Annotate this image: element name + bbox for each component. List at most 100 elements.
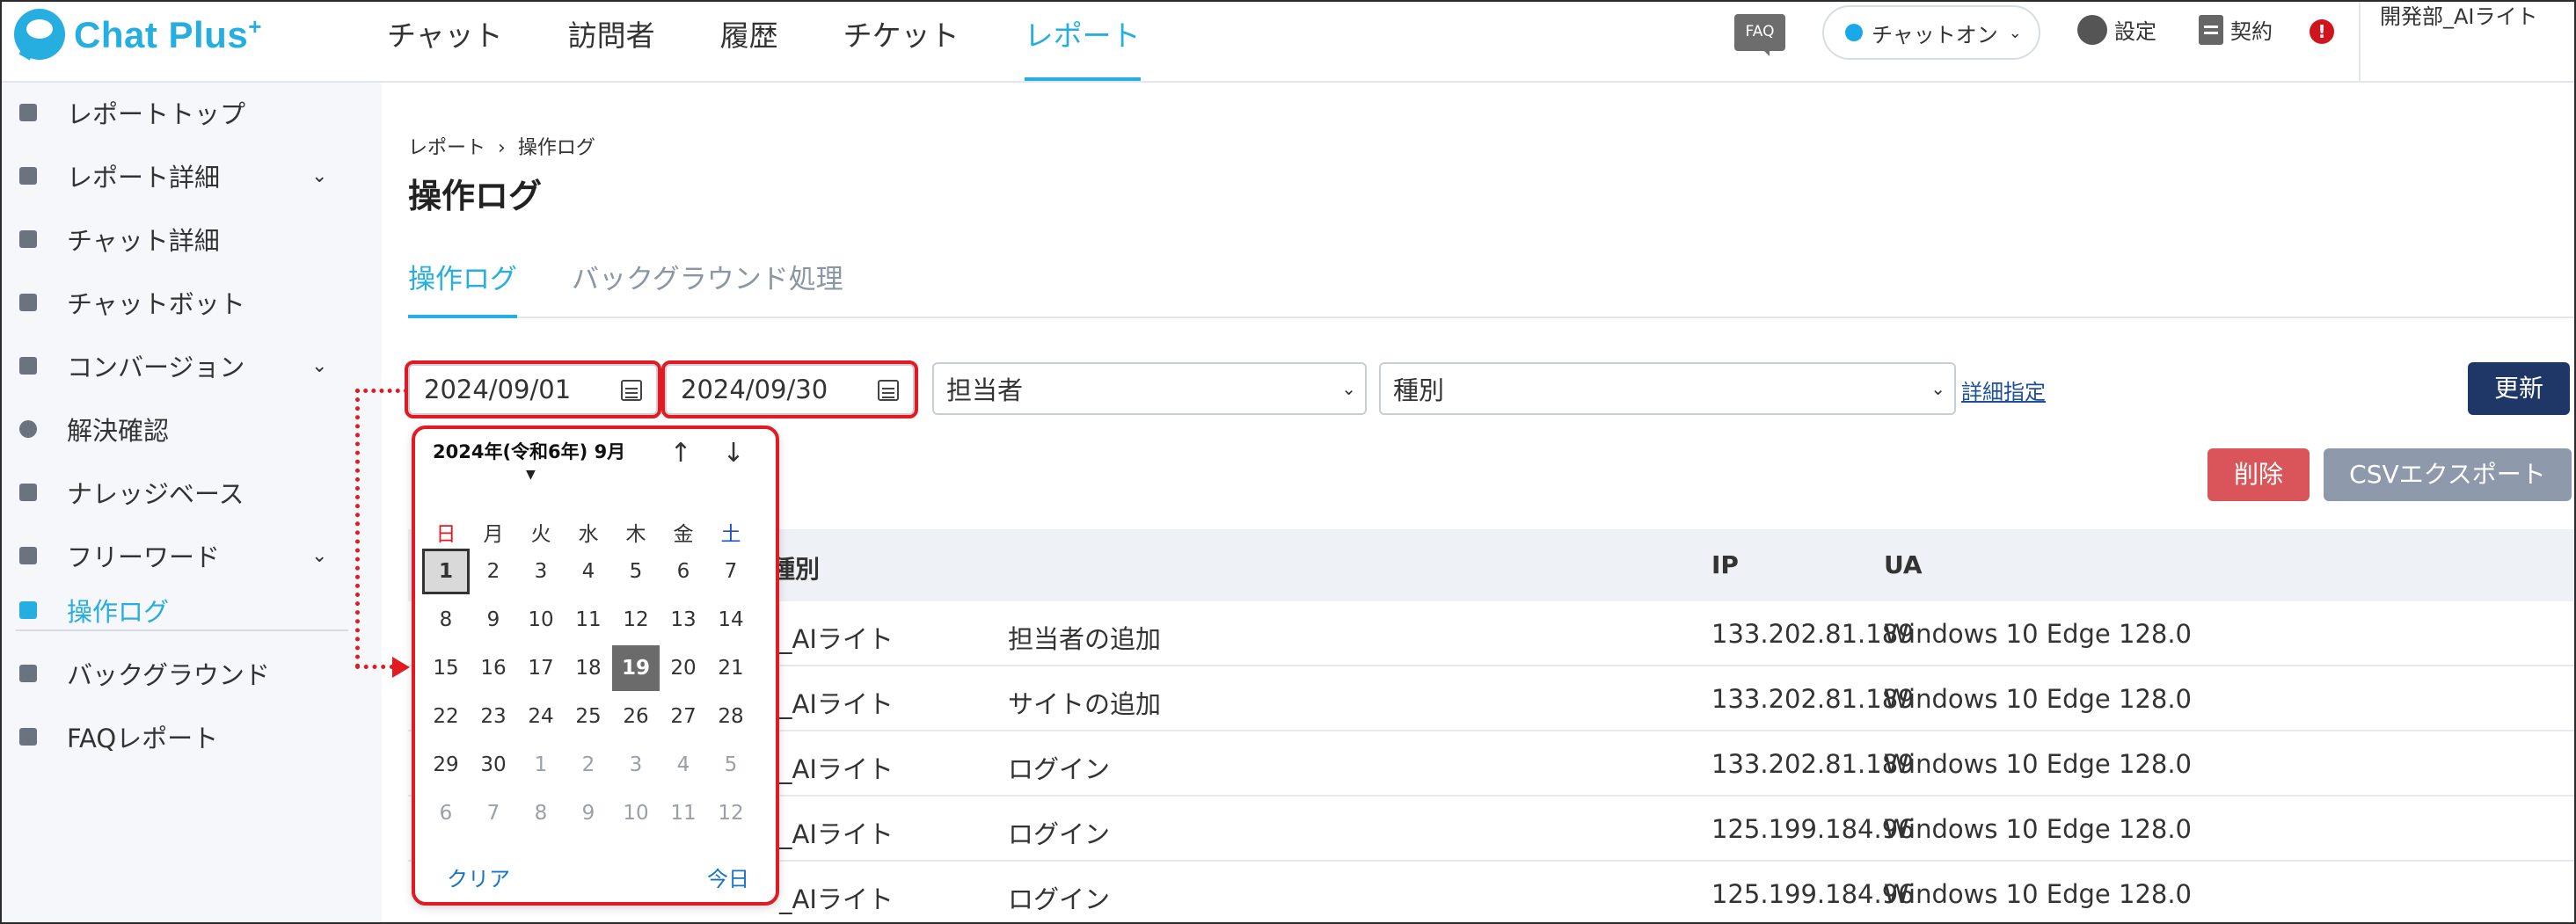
sidebar-icon [19,294,37,311]
calendar-day[interactable]: 15 [422,645,470,691]
calendar-day[interactable]: 10 [612,790,660,836]
calendar-day[interactable]: 14 [707,597,755,643]
calendar-day[interactable]: 25 [565,694,612,739]
sidebar-item-label: ナレッジベース [67,479,244,509]
cell-who: _AIライト [779,689,894,719]
calendar-day[interactable]: 27 [660,694,707,739]
logo[interactable]: Chat Plus+ [14,9,262,60]
calendar-day[interactable]: 19 [612,645,660,691]
sidebar-item-4[interactable]: コンバージョン ⌄ [2,339,382,392]
calendar-day[interactable]: 6 [422,790,470,836]
tab-background-process[interactable]: バックグラウンド処理 [572,257,843,318]
sidebar-icon [19,167,37,185]
alert-icon[interactable]: ! [2310,19,2334,44]
sidebar-icon [19,357,37,375]
arrow-up-icon[interactable]: ↑ [663,436,698,471]
calendar-day[interactable]: 30 [470,742,517,788]
chevron-down-icon: ⌄ [2008,23,2022,42]
calendar-day[interactable]: 3 [517,549,565,594]
calendar-day[interactable]: 23 [470,694,517,739]
header-ua: UA [1884,550,1923,579]
sidebar-item-log-2[interactable]: FAQレポート [2,710,382,763]
nav-tab-2[interactable]: 履歴 [720,2,778,83]
sidebar-item-7[interactable]: フリーワード ⌄ [2,529,382,582]
calendar-day[interactable]: 21 [707,645,755,691]
calendar-day[interactable]: 18 [565,645,612,691]
faq-icon[interactable]: FAQ [1734,14,1785,56]
calendar-day[interactable]: 7 [470,790,517,836]
update-button[interactable]: 更新 [2468,362,2570,415]
contract-link[interactable]: 契約 [2199,14,2273,45]
calendar-day[interactable]: 10 [517,597,565,643]
calendar-day[interactable]: 7 [707,549,755,594]
calendar-month-title[interactable]: 2024年(令和6年) 9月 [433,438,625,464]
calendar-day[interactable]: 20 [660,645,707,691]
calendar-day[interactable]: 13 [660,597,707,643]
cell-ua: Windows 10 Edge 128.0 [1884,619,2193,649]
calendar-day[interactable]: 12 [707,790,755,836]
nav-tab-1[interactable]: 訪問者 [568,2,655,83]
calendar-day[interactable]: 2 [565,742,612,788]
calendar-day[interactable]: 11 [565,597,612,643]
calendar-day[interactable]: 4 [660,742,707,788]
calendar-day[interactable]: 22 [422,694,470,739]
calendar-day[interactable]: 17 [517,645,565,691]
sidebar-item-1[interactable]: レポート詳細 ⌄ [2,149,382,202]
calendar-day[interactable]: 16 [470,645,517,691]
assignee-select[interactable]: 担当者 ⌄ [932,362,1367,415]
calendar-day[interactable]: 28 [707,694,755,739]
calendar-day[interactable]: 24 [517,694,565,739]
tab-operation-log[interactable]: 操作ログ [408,257,517,318]
caret-down-icon[interactable]: ▼ [526,468,536,482]
calendar-day[interactable]: 12 [612,597,660,643]
sidebar-item-6[interactable]: ナレッジベース [2,466,382,519]
sidebar-item-2[interactable]: チャット詳細 [2,213,382,266]
sidebar-item-0[interactable]: レポートトップ [2,86,382,139]
cell-kind: 担当者の追加 [1008,624,1162,654]
delete-button[interactable]: 削除 [2207,448,2310,501]
sidebar-item-log-0[interactable]: 操作ログ [2,584,382,637]
detail-filter-link[interactable]: 詳細指定 [1961,375,2046,405]
calendar-day[interactable]: 8 [422,597,470,643]
annotation-arrow [355,389,360,668]
sidebar-item-log-1[interactable]: バックグラウンド [2,647,382,700]
sidebar-icon [19,104,37,121]
calendar-day[interactable]: 9 [470,597,517,643]
calendar-day[interactable]: 4 [565,549,612,594]
sidebar-item-label: チャットボット [67,289,245,319]
status-toggle[interactable]: チャットオン ⌄ [1822,5,2040,60]
status-dot-icon [1845,24,1863,41]
gear-icon [2077,14,2107,45]
breadcrumb-parent[interactable]: レポート [408,137,485,159]
nav-tab-4[interactable]: レポート [1024,2,1141,81]
calendar-day[interactable]: 11 [660,790,707,836]
settings-link[interactable]: 設定 [2077,14,2156,45]
calendar-day[interactable]: 8 [517,790,565,836]
calendar-day[interactable]: 26 [612,694,660,739]
date-picker-popup: 2024年(令和6年) 9月 ▼ ↑ ↓ クリア 今日 日月火水木金土12345… [412,426,779,906]
calendar-day[interactable]: 1 [422,549,470,594]
calendar-day[interactable]: 9 [565,790,612,836]
arrow-down-icon[interactable]: ↓ [716,436,751,471]
nav-tab-0[interactable]: チャット [387,2,503,83]
contract-label: 契約 [2230,19,2273,44]
kind-select[interactable]: 種別 ⌄ [1379,362,1956,415]
sidebar-item-3[interactable]: チャットボット [2,276,382,329]
calendar-day[interactable]: 3 [612,742,660,788]
calendar-day[interactable]: 6 [660,549,707,594]
calendar-today-button[interactable]: 今日 [707,862,749,892]
calendar-day[interactable]: 2 [470,549,517,594]
highlight-date-to [661,360,918,418]
cell-kind: サイトの追加 [1008,689,1162,719]
csv-export-button[interactable]: CSVエクスポート [2324,448,2572,501]
calendar-day[interactable]: 5 [707,742,755,788]
calendar-clear-button[interactable]: クリア [447,862,510,892]
chevron-down-icon: ⌄ [311,164,328,187]
calendar-day[interactable]: 5 [612,549,660,594]
top-nav: Chat Plus+ チャット 訪問者 履歴 チケット レポート FAQ チャットオン … [2,2,2574,83]
calendar-day[interactable]: 29 [422,742,470,788]
user-menu[interactable]: 開発部_AIライト [2380,2,2556,32]
nav-tab-3[interactable]: チケット [843,2,960,83]
calendar-day[interactable]: 1 [517,742,565,788]
sidebar-item-5[interactable]: 解決確認 [2,403,382,455]
